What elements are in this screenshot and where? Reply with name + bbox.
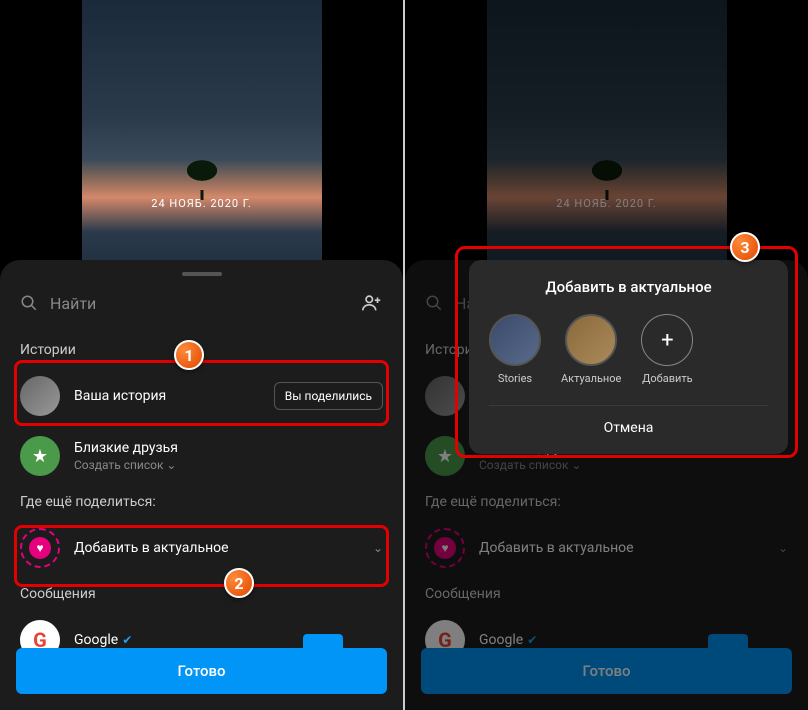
google-label: Google	[74, 632, 118, 648]
create-list-label: Создать список	[74, 458, 163, 472]
annotation-marker-1: 1	[174, 340, 204, 370]
share-sheet: Найти Истории Ваша история Вы поделились…	[0, 260, 403, 710]
your-story-row[interactable]: Ваша история Вы поделились	[0, 366, 403, 426]
phone-screen-right: 24 НОЯБ. 2020 Г. Найти Истории Ваша исто…	[405, 0, 808, 710]
annotation-marker-2: 2	[224, 568, 254, 598]
tree-silhouette	[177, 160, 227, 195]
done-button[interactable]: Готово	[16, 648, 387, 694]
chevron-down-icon: ⌄	[166, 458, 176, 472]
verified-icon: ✔	[122, 633, 132, 647]
annotation-marker-3: 3	[730, 232, 760, 262]
search-icon	[20, 294, 38, 312]
where-else-label: Где ещё поделиться:	[0, 486, 403, 518]
highlight-icon: ♥	[20, 528, 60, 568]
story-preview: 24 НОЯБ. 2020 Г.	[82, 0, 322, 290]
close-friends-label: Близкие друзья	[74, 440, 383, 456]
search-placeholder: Найти	[50, 294, 96, 313]
search-input[interactable]: Найти	[20, 294, 96, 313]
add-person-icon	[361, 292, 383, 314]
heart-icon: ♥	[29, 537, 51, 559]
add-person-button[interactable]	[361, 292, 383, 314]
your-story-label: Ваша история	[74, 388, 260, 404]
annotation-box-3	[455, 246, 798, 458]
close-friends-icon: ★	[20, 436, 60, 476]
sheet-handle[interactable]	[182, 272, 222, 276]
avatar	[20, 376, 60, 416]
shared-badge[interactable]: Вы поделились	[274, 382, 383, 410]
chevron-down-icon: ⌄	[373, 541, 383, 555]
phone-screen-left: 24 НОЯБ. 2020 Г. Найти Истории Ваша исто…	[0, 0, 403, 710]
close-friends-row[interactable]: ★ Близкие друзья Создать список ⌄	[0, 426, 403, 486]
add-highlight-label: Добавить в актуальное	[74, 540, 359, 556]
messages-section-label: Сообщения	[0, 578, 403, 610]
story-date-overlay: 24 НОЯБ. 2020 Г.	[151, 197, 251, 210]
add-to-highlight-row[interactable]: ♥ Добавить в актуальное ⌄	[0, 518, 403, 578]
